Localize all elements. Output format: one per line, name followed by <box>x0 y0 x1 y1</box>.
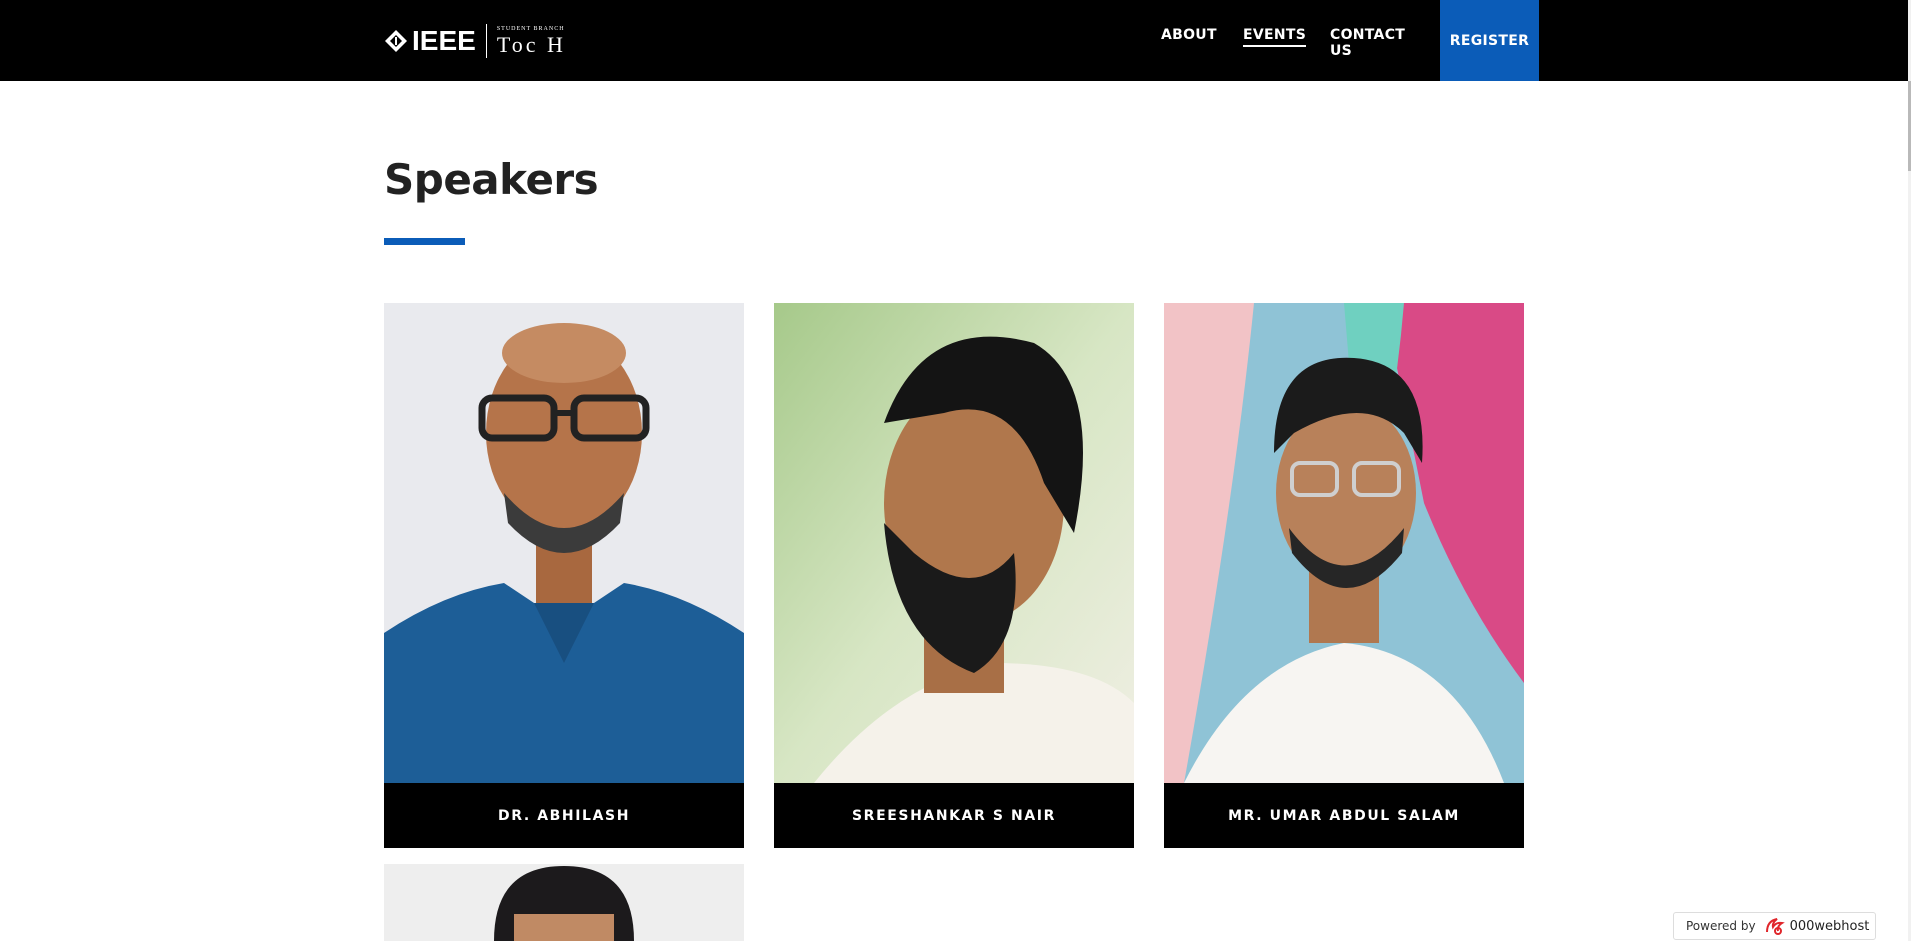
speaker-card[interactable] <box>384 864 744 941</box>
logo-branch-block: STUDENT BRANCH Toc H <box>497 26 566 56</box>
speaker-card[interactable]: MR. UMAR ABDUL SALAM <box>1164 303 1524 848</box>
speaker-nameplate: SREESHANKAR S NAIR <box>774 783 1134 848</box>
speaker-photo <box>384 303 744 783</box>
speaker-photo <box>774 303 1134 783</box>
powered-by-label: Powered by <box>1686 919 1756 933</box>
page-title: Speakers <box>384 155 599 204</box>
logo-ieee-text: IEEE <box>412 25 476 56</box>
speaker-name: MR. UMAR ABDUL SALAM <box>1228 807 1460 824</box>
speaker-photo <box>1164 303 1524 783</box>
speaker-name: DR. ABHILASH <box>497 807 631 824</box>
speaker-photo <box>384 864 744 941</box>
ieee-diamond-icon <box>384 29 408 53</box>
speaker-nameplate: MR. UMAR ABDUL SALAM <box>1164 783 1524 848</box>
nav-about-link[interactable]: ABOUT <box>1161 27 1217 43</box>
logo-divider <box>485 24 487 58</box>
speaker-nameplate: DR. ABHILASH <box>384 783 744 848</box>
logo-toch-text: Toc H <box>496 32 566 57</box>
powered-by-badge[interactable]: Powered by 000webhost <box>1673 912 1876 940</box>
register-button[interactable]: REGISTER <box>1440 0 1539 81</box>
powered-by-brand: 000webhost <box>1789 918 1870 934</box>
site-header: IEEE STUDENT BRANCH Toc H ABOUT EVENTS C… <box>0 0 1911 81</box>
nav-contact-link[interactable]: CONTACT US <box>1330 27 1405 59</box>
speaker-card[interactable]: SREESHANKAR S NAIR <box>774 303 1134 848</box>
speaker-name: SREESHANKAR S NAIR <box>852 807 1056 824</box>
nav-events-link[interactable]: EVENTS <box>1243 27 1307 47</box>
speaker-card[interactable]: DR. ABHILASH <box>384 303 744 848</box>
brand-logo[interactable]: IEEE STUDENT BRANCH Toc H <box>384 20 566 62</box>
000webhost-flame-icon <box>1764 916 1786 936</box>
title-accent-bar <box>384 238 465 245</box>
